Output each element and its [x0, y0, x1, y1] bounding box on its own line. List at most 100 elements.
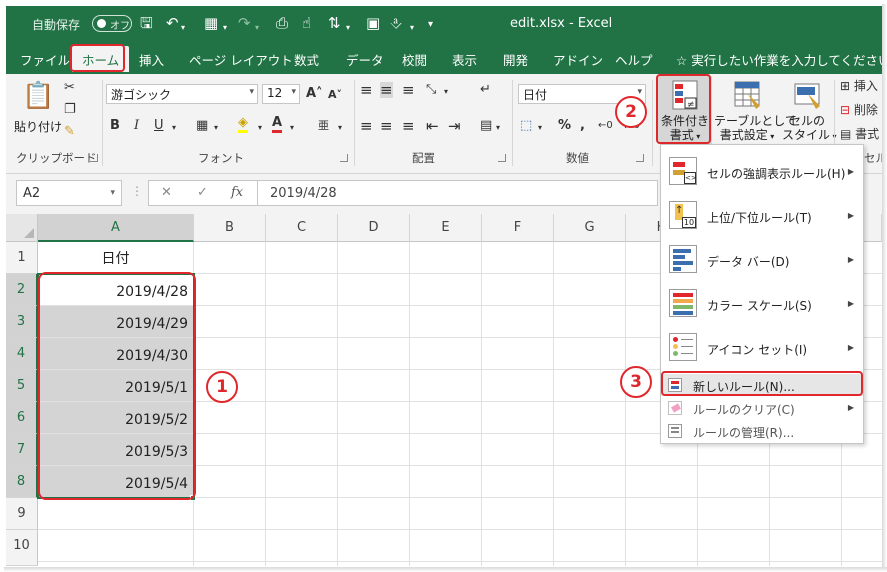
- font-color-dropdown-icon[interactable]: ▾: [290, 120, 294, 136]
- enter-icon[interactable]: ✓: [197, 185, 208, 200]
- touch-mode-icon[interactable]: ☝: [302, 14, 311, 32]
- orientation-dropdown-icon[interactable]: ▾: [444, 84, 448, 100]
- increase-decimal-icon[interactable]: ←0: [598, 118, 613, 134]
- font-size-combo[interactable]: 12 ▾: [262, 84, 300, 104]
- align-left-icon[interactable]: ≡: [360, 118, 373, 134]
- fill-color-dropdown-icon[interactable]: ▾: [258, 120, 262, 136]
- borders-dropdown-icon[interactable]: ▾: [223, 19, 227, 37]
- column-header-d[interactable]: D: [338, 214, 410, 242]
- customize-qat-icon[interactable]: ▾: [428, 16, 433, 34]
- cancel-icon[interactable]: ✕: [161, 185, 172, 200]
- cell-a1[interactable]: 日付: [38, 242, 194, 274]
- bold-icon[interactable]: B: [110, 118, 120, 134]
- undo-dropdown-icon[interactable]: ▾: [181, 19, 185, 37]
- row-header-4[interactable]: 4: [6, 338, 38, 370]
- increase-indent-icon[interactable]: ⇥: [448, 118, 461, 134]
- format-as-table-button[interactable]: テーブルとして 書式設定 ▾: [714, 76, 797, 144]
- tab-view[interactable]: 表示: [452, 50, 477, 69]
- row-header-1[interactable]: 1: [6, 242, 38, 274]
- insert-cells-button[interactable]: ⊞ 挿入: [840, 78, 878, 94]
- menu-item-data-bars[interactable]: データ バー(D) ▶: [661, 241, 863, 281]
- border-icon[interactable]: ▦: [196, 118, 208, 134]
- row-header-8[interactable]: 8: [6, 466, 38, 498]
- cell-styles-button[interactable]: セルの スタイル ▾: [782, 76, 837, 144]
- tab-developer[interactable]: 開発: [503, 50, 528, 69]
- tell-me-search[interactable]: ☆ 実行したい作業を入力してください: [676, 50, 887, 69]
- row-header-10[interactable]: 10: [6, 530, 38, 566]
- cut-icon[interactable]: ✂: [64, 80, 75, 96]
- align-middle-icon[interactable]: ≡: [380, 82, 393, 98]
- format-cells-button[interactable]: ▤ 書式: [840, 126, 879, 142]
- accounting-format-icon[interactable]: ⬚: [520, 118, 532, 134]
- orientation-icon[interactable]: ⤡: [426, 82, 436, 98]
- font-name-combo[interactable]: 游ゴシック ▾: [106, 84, 258, 104]
- menu-item-color-scales[interactable]: カラー スケール(S) ▶: [661, 285, 863, 325]
- insert-function-icon[interactable]: fx: [231, 185, 243, 200]
- camera-icon[interactable]: ▣: [366, 14, 380, 32]
- copy-icon[interactable]: ❐: [64, 102, 76, 118]
- font-launcher-icon[interactable]: [340, 154, 348, 162]
- select-all-button[interactable]: [6, 214, 38, 242]
- row-header-6[interactable]: 6: [6, 402, 38, 434]
- border-dropdown-icon[interactable]: ▾: [214, 120, 218, 136]
- decrease-font-icon[interactable]: A˅: [328, 87, 342, 103]
- autosave-toggle[interactable]: オフ: [92, 15, 132, 32]
- phonetic-icon[interactable]: 亜: [318, 118, 329, 134]
- delete-cells-button[interactable]: ⊟ 削除: [840, 102, 878, 118]
- phonetic-dropdown-icon[interactable]: ▾: [338, 120, 342, 136]
- menu-item-highlight-rules[interactable]: <> セルの強調表示ルール(H) ▶: [661, 153, 863, 193]
- merge-center-icon[interactable]: ▤: [480, 118, 492, 134]
- menu-item-icon-sets[interactable]: アイコン セット(I) ▶: [661, 329, 863, 369]
- format-painter-icon[interactable]: ✎: [64, 124, 75, 140]
- align-bottom-icon[interactable]: ≡: [402, 82, 415, 98]
- align-center-icon[interactable]: ≡: [380, 118, 393, 134]
- italic-icon[interactable]: I: [134, 118, 139, 134]
- tab-file[interactable]: ファイル: [20, 50, 70, 69]
- tab-addins[interactable]: アドイン: [553, 50, 603, 69]
- menu-item-clear-rules[interactable]: ルールのクリア(C) ▶: [661, 397, 863, 419]
- paste-button[interactable]: 📋 貼り付け: [14, 80, 62, 144]
- row-header-9[interactable]: 9: [6, 498, 38, 530]
- menu-item-top-bottom-rules[interactable]: ↑ 10 上位/下位ルール(T) ▶: [661, 197, 863, 237]
- font-color-icon[interactable]: A: [272, 116, 283, 133]
- sort-dropdown-icon[interactable]: ▾: [346, 19, 350, 37]
- column-header-c[interactable]: C: [266, 214, 338, 242]
- wrap-text-icon[interactable]: ↵: [480, 82, 491, 98]
- formula-bar-grip-icon[interactable]: ⋮: [131, 184, 143, 198]
- column-header-a[interactable]: A: [38, 214, 194, 242]
- alignment-launcher-icon[interactable]: [498, 154, 506, 162]
- tab-help[interactable]: ヘルプ: [615, 50, 653, 69]
- column-header-b[interactable]: B: [194, 214, 266, 242]
- print-preview-icon[interactable]: ⎙: [276, 14, 288, 32]
- menu-item-manage-rules[interactable]: ルールの管理(R)...: [661, 420, 863, 442]
- row-header-7[interactable]: 7: [6, 434, 38, 466]
- tab-data[interactable]: データ: [346, 50, 384, 69]
- print-icon[interactable]: ⎀: [390, 14, 402, 32]
- row-header-2[interactable]: 2: [6, 274, 38, 306]
- undo-icon[interactable]: ↶: [166, 14, 179, 32]
- column-header-e[interactable]: E: [410, 214, 482, 242]
- column-header-f[interactable]: F: [482, 214, 554, 242]
- borders-icon[interactable]: ▦: [204, 14, 218, 32]
- save-icon[interactable]: 🖫: [140, 14, 153, 32]
- name-box[interactable]: A2 ▾: [16, 180, 122, 206]
- tab-formulas[interactable]: 数式: [294, 50, 319, 69]
- tab-review[interactable]: 校閲: [402, 50, 427, 69]
- align-right-icon[interactable]: ≡: [402, 118, 415, 134]
- fill-color-icon[interactable]: ◈: [238, 116, 248, 133]
- merge-dropdown-icon[interactable]: ▾: [496, 120, 500, 136]
- number-launcher-icon[interactable]: [636, 154, 644, 162]
- underline-dropdown-icon[interactable]: ▾: [172, 120, 176, 136]
- comma-style-icon[interactable]: ,: [580, 118, 585, 134]
- row-header-3[interactable]: 3: [6, 306, 38, 338]
- sort-icon[interactable]: ⇅: [328, 14, 341, 32]
- column-header-g[interactable]: G: [554, 214, 626, 242]
- decrease-indent-icon[interactable]: ⇤: [426, 118, 439, 134]
- print-dropdown-icon[interactable]: ▾: [410, 19, 414, 37]
- percent-icon[interactable]: %: [558, 118, 571, 134]
- tab-page-layout[interactable]: ページ レイアウト: [189, 50, 293, 69]
- align-top-icon[interactable]: ≡: [360, 82, 373, 98]
- clipboard-launcher-icon[interactable]: [90, 154, 98, 162]
- accounting-dropdown-icon[interactable]: ▾: [538, 120, 542, 136]
- row-header-5[interactable]: 5: [6, 370, 38, 402]
